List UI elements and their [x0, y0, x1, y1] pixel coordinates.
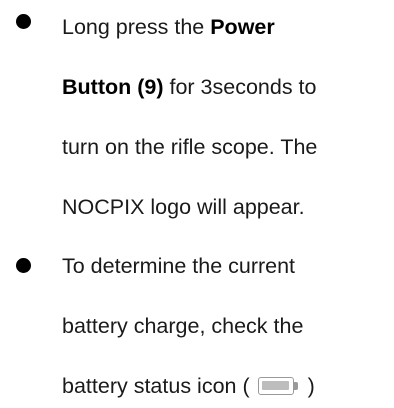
battery-body [257, 377, 294, 395]
text-segment: ) [307, 374, 315, 398]
text-line: NOCPIX logo will appear. [62, 193, 305, 221]
text-segment: battery charge, check the [62, 314, 304, 338]
battery-full-icon [257, 377, 300, 395]
text-line: battery status icon ( ) [62, 372, 315, 400]
bold-term: Power [210, 15, 275, 39]
text-segment: for 3seconds to [163, 75, 317, 99]
text-line: To determine the current [62, 252, 295, 280]
text-segment: Long press the [62, 15, 211, 39]
text-segment: To determine the current [62, 254, 296, 278]
text-segment: battery status icon ( [62, 374, 250, 398]
text-segment: NOCPIX logo will appear. [62, 195, 305, 219]
document-page: Long press the Power Button (9) for 3sec… [0, 0, 394, 408]
bullet-icon [16, 258, 31, 273]
text-segment: turn on the rifle scope. The [62, 135, 318, 159]
text-line: turn on the rifle scope. The [62, 133, 317, 161]
text-line: battery charge, check the [62, 312, 303, 340]
battery-tip [293, 382, 298, 390]
text-line: Long press the Power [62, 13, 275, 41]
text-line: Button (9) for 3seconds to [62, 73, 316, 101]
bullet-icon [16, 14, 31, 29]
bold-term: Button (9) [62, 75, 164, 99]
battery-fill [261, 381, 289, 390]
